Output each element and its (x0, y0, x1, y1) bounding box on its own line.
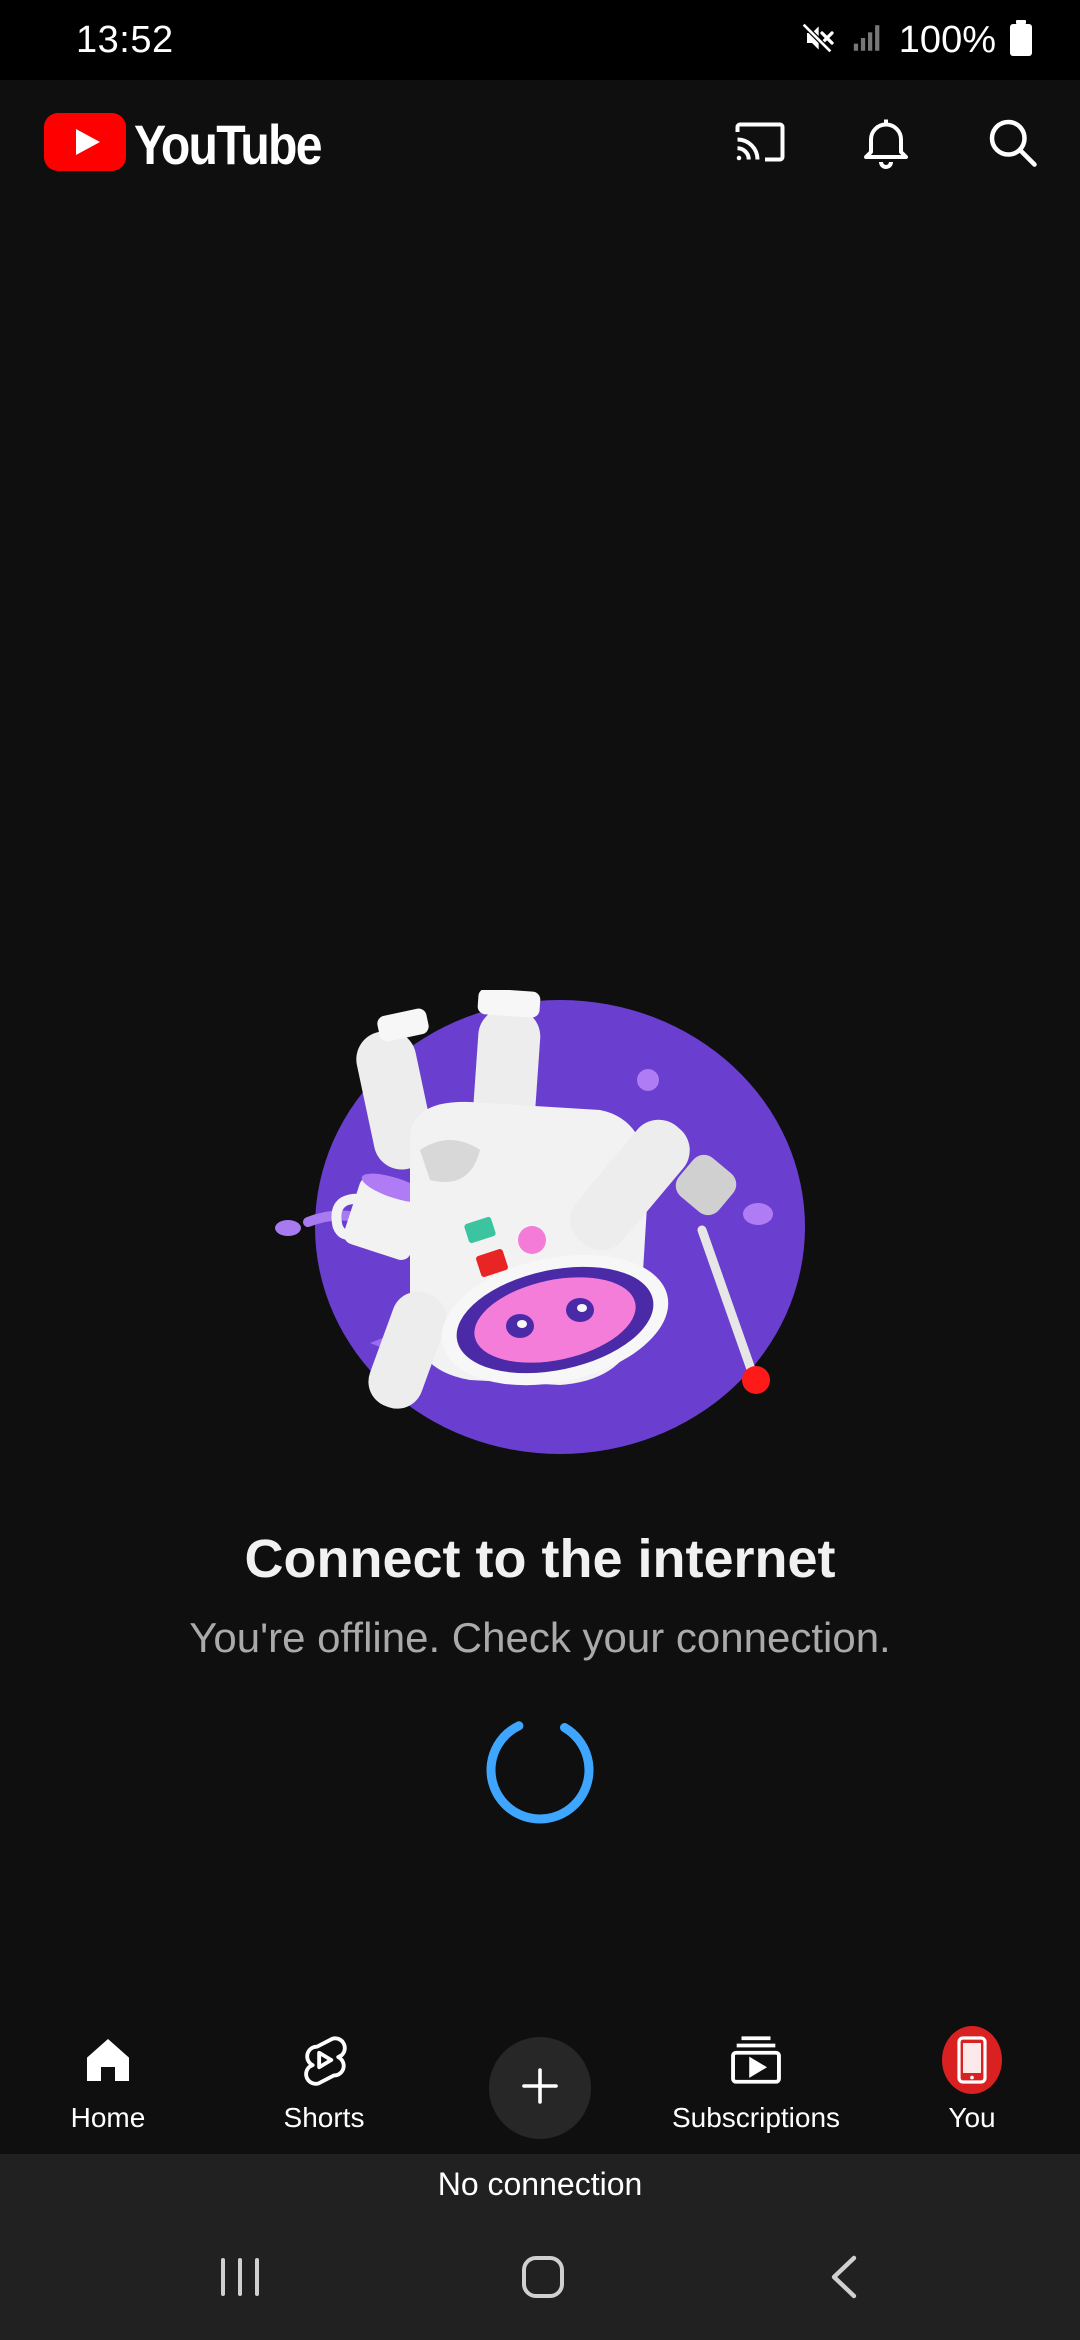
status-bar: 13:52 100% (0, 0, 1080, 80)
home-system-button[interactable] (508, 2244, 578, 2314)
avatar (942, 2026, 1002, 2094)
offline-illustration (270, 988, 810, 1460)
back-system-button[interactable] (810, 2244, 880, 2314)
cast-button[interactable] (728, 112, 792, 176)
loading-spinner (482, 1712, 598, 1828)
no-connection-banner: No connection (0, 2154, 1080, 2214)
search-button[interactable] (980, 112, 1044, 176)
nav-subscriptions[interactable]: Subscriptions (668, 2030, 844, 2134)
shorts-icon (294, 2030, 354, 2090)
create-plus-icon (516, 2062, 564, 2115)
bottom-navigation: Home Shorts Subscriptions You (0, 2026, 1080, 2154)
youtube-screen: 13:52 100% YouTube Connect to the intern… (0, 0, 1080, 2340)
youtube-wordmark: YouTube (134, 112, 323, 176)
search-icon (982, 112, 1042, 177)
top-app-bar: YouTube (0, 80, 1080, 208)
home-system-icon (518, 2252, 568, 2307)
battery-icon (1010, 19, 1032, 61)
status-icons: 100% (797, 18, 1032, 63)
nav-shorts-label: Shorts (283, 2102, 365, 2133)
notifications-bell-icon (856, 112, 916, 177)
nav-shorts[interactable]: Shorts (268, 2030, 380, 2134)
recent-apps-button[interactable] (205, 2244, 275, 2314)
nav-you-label: You (948, 2102, 996, 2133)
header-actions (728, 112, 1044, 176)
nav-home-label: Home (70, 2102, 146, 2133)
status-time: 13:52 (76, 18, 174, 61)
battery-percent: 100% (898, 18, 996, 61)
nav-you[interactable]: You (922, 2026, 1022, 2134)
offline-title: Connect to the internet (244, 1529, 836, 1589)
notifications-button[interactable] (854, 112, 918, 176)
youtube-logo[interactable]: YouTube (44, 112, 351, 177)
create-button[interactable] (489, 2037, 591, 2139)
cast-icon (730, 112, 790, 177)
back-icon (822, 2252, 868, 2307)
offline-message: You're offline. Check your connection. (189, 1614, 891, 1661)
home-icon (78, 2030, 138, 2090)
nav-subscriptions-label: Subscriptions (671, 2102, 841, 2133)
subscriptions-icon (726, 2030, 786, 2090)
you-avatar-wrap (942, 2026, 1002, 2094)
system-navigation-bar (0, 2214, 1080, 2340)
nav-home[interactable]: Home (58, 2030, 158, 2134)
signal-icon (851, 21, 885, 60)
recent-apps-icon (215, 2254, 265, 2305)
youtube-play-logo-icon (44, 112, 126, 176)
mute-icon (797, 18, 837, 63)
